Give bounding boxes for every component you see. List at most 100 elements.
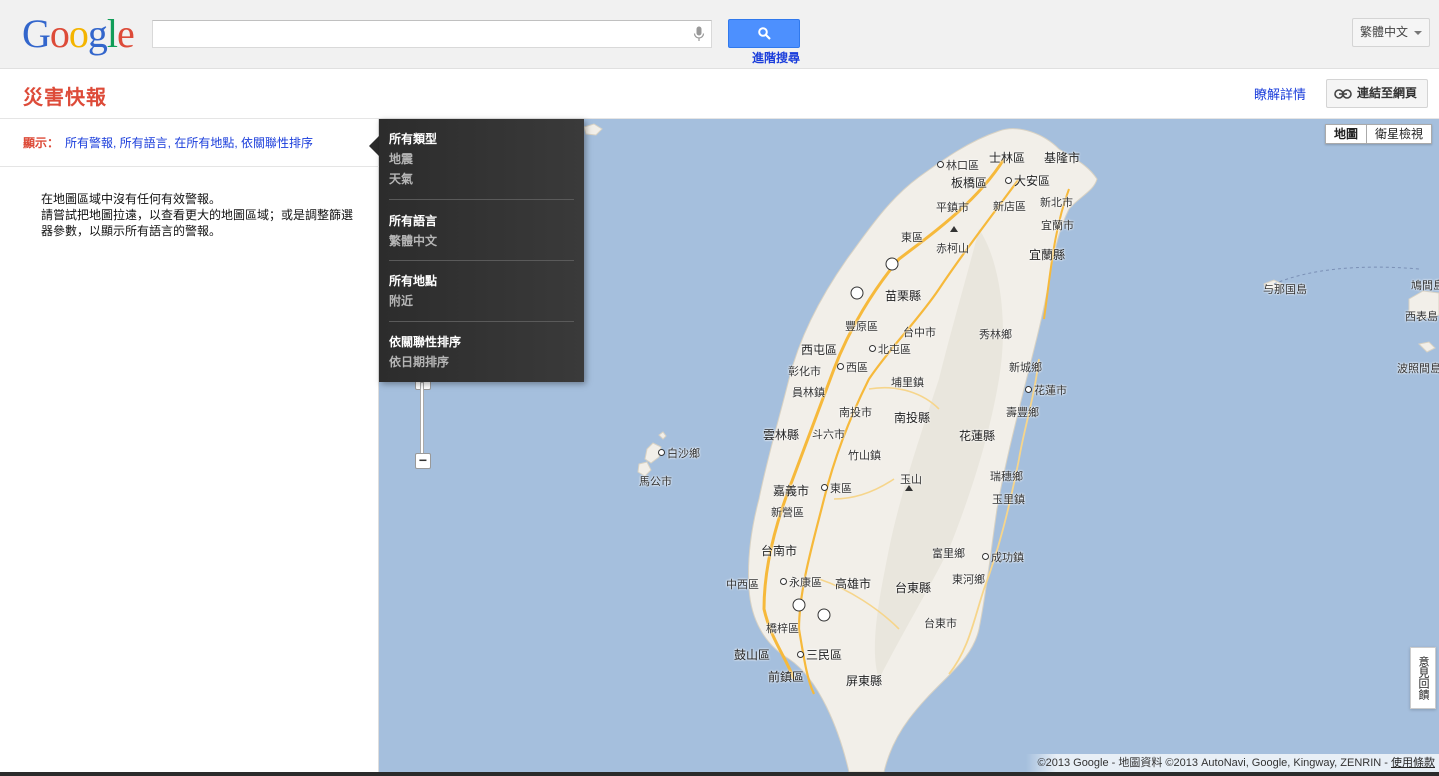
terms-link[interactable]: 使用條款 [1391,757,1435,769]
penghu-island [658,431,667,440]
map-place-label: 北屯區 [869,341,911,357]
dropdown-divider [389,321,574,322]
dropdown-section: 所有語言 繁體中文 [389,211,574,251]
highway-shield-icon [885,257,899,271]
highway-shield-icon [817,608,831,622]
map-place-label: 宜蘭市 [1041,220,1074,232]
notice-line-1: 在地圖區域中沒有任何有效警報。 [41,192,222,206]
map-place-label: 豐原區 [845,321,878,333]
learn-more-link[interactable]: 瞭解詳情 [1254,84,1306,103]
map-place-label: 橋梓區 [766,623,799,635]
logo-letter: l [106,11,118,56]
search-button[interactable] [728,19,800,48]
logo-letter: g [87,11,108,56]
dropdown-option-selected[interactable]: 依關聯性排序 [389,332,574,352]
map-place-label: 平鎮市 [936,202,969,214]
logo-letter: o [49,11,70,56]
map-place-label: 台東市 [924,618,957,630]
map-place-label: 竹山鎮 [848,450,881,462]
map-place-label: 雲林縣 [763,428,800,442]
app-window: Google 進階搜尋 繁體中文 災害快報 瞭解詳情 連結至網頁 顯示： 所有警… [0,0,1439,776]
map-place-label: 基隆市 [1044,151,1081,165]
advanced-search-link[interactable]: 進階搜尋 [752,49,800,66]
feedback-tab[interactable]: 意見回饋 [1410,647,1436,709]
title-bar: 災害快報 瞭解詳情 連結至網頁 [0,69,1439,119]
small-island [583,123,603,136]
map-place-label: 西區 [837,359,868,375]
dropdown-option-selected[interactable]: 所有地點 [389,271,574,291]
filter-row: 顯示： 所有警報, 所有語言, 在所有地點, 依關聯性排序 [0,119,379,167]
dropdown-pointer [369,136,379,156]
map-place-label: 玉里鎮 [992,494,1025,506]
link-to-page-button[interactable]: 連結至網頁 [1326,79,1428,108]
dropdown-option[interactable]: 繁體中文 [389,231,574,251]
map-place-label: 馬公市 [639,476,672,488]
map-place-label: 瑞穗鄉 [990,471,1023,483]
dropdown-option[interactable]: 附近 [389,291,574,311]
map-place-label: 苗栗縣 [885,289,922,303]
map-place-label: 新營區 [771,507,804,519]
map-place-label: 埔里鎮 [891,377,924,389]
map-place-label: 花蓮市 [1025,382,1067,398]
map-place-label: 東區 [901,232,923,244]
dropdown-divider [389,260,574,261]
search-icon [758,27,771,40]
top-bar: Google 進階搜尋 繁體中文 [0,0,1439,69]
map-place-label: 赤柯山 [936,243,969,255]
map-place-label: 東河鄉 [952,574,985,586]
map-place-label: 三民區 [797,646,842,663]
map-place-label: 西屯區 [801,343,838,357]
filter-label: 顯示： [23,136,60,150]
map-type-map-button[interactable]: 地圖 [1326,125,1367,143]
logo-letter: G [22,11,51,56]
map-place-label: 新城鄉 [1009,362,1042,374]
language-dropdown[interactable]: 繁體中文 [1352,18,1430,47]
zoom-track[interactable] [420,382,424,462]
map-place-label: 東區 [821,480,852,496]
microphone-icon[interactable] [693,26,705,42]
map-place-label: 白沙鄉 [658,445,700,461]
map-place-label: 板橋區 [951,176,988,190]
dropdown-option[interactable]: 依日期排序 [389,352,574,372]
no-alerts-message: 在地圖區域中沒有任何有效警報。 請嘗試把地圖拉遠，以查看更大的地圖區域；或是調整… [41,191,361,239]
dropdown-section: 依關聯性排序 依日期排序 [389,332,574,372]
map-type-control[interactable]: 地圖 衛星檢視 [1324,124,1432,144]
map-place-label: 斗六市 [812,429,845,441]
link-to-page-label: 連結至網頁 [1357,86,1418,100]
map-place-label: 永康區 [780,574,822,590]
map-place-label: 与那国島 [1263,284,1307,296]
filter-selector[interactable]: 所有警報, 所有語言, 在所有地點, 依關聯性排序 [65,136,313,150]
map-place-label: 大安區 [1005,172,1050,189]
map-place-label: 西表島 [1405,311,1438,323]
dropdown-option[interactable]: 天氣 [389,169,574,189]
dropdown-option-selected[interactable]: 所有語言 [389,211,574,231]
dropdown-option[interactable]: 地震 [389,149,574,169]
map-place-label: 台南市 [761,544,798,558]
page-title: 災害快報 [23,87,107,109]
map-place-label: 花蓮縣 [959,429,996,443]
map-place-label: 新北市 [1040,197,1073,209]
dropdown-section: 所有類型 地震 天氣 [389,129,574,189]
logo-letter: o [68,11,89,56]
map-place-label: 新店區 [993,201,1026,213]
map-place-label: 中西區 [726,579,759,591]
zoom-control[interactable]: + − [415,374,431,469]
google-logo[interactable]: Google [22,11,135,56]
search-box[interactable] [152,20,712,48]
highway-shield-icon [850,286,864,300]
map-place-label: 彰化市 [788,366,821,378]
map-place-label: 前鎮區 [768,670,805,684]
map-type-satellite-button[interactable]: 衛星檢視 [1367,125,1431,143]
map-place-label: 秀林鄉 [979,329,1012,341]
search-input[interactable] [153,21,683,47]
map-place-label: 壽豐鄉 [1006,407,1039,419]
map-place-label: 屏東縣 [846,674,883,688]
map-place-label: 玉山 [900,474,922,486]
small-island [1417,341,1436,353]
map-place-label: 士林區 [989,151,1026,165]
dropdown-option-selected[interactable]: 所有類型 [389,129,574,149]
left-panel: 顯示： 所有警報, 所有語言, 在所有地點, 依關聯性排序 在地圖區域中沒有任何有… [0,119,379,776]
map-place-label: 鳩間島 [1411,280,1439,292]
highway-shield-icon [792,598,806,612]
zoom-out-button[interactable]: − [415,453,431,469]
